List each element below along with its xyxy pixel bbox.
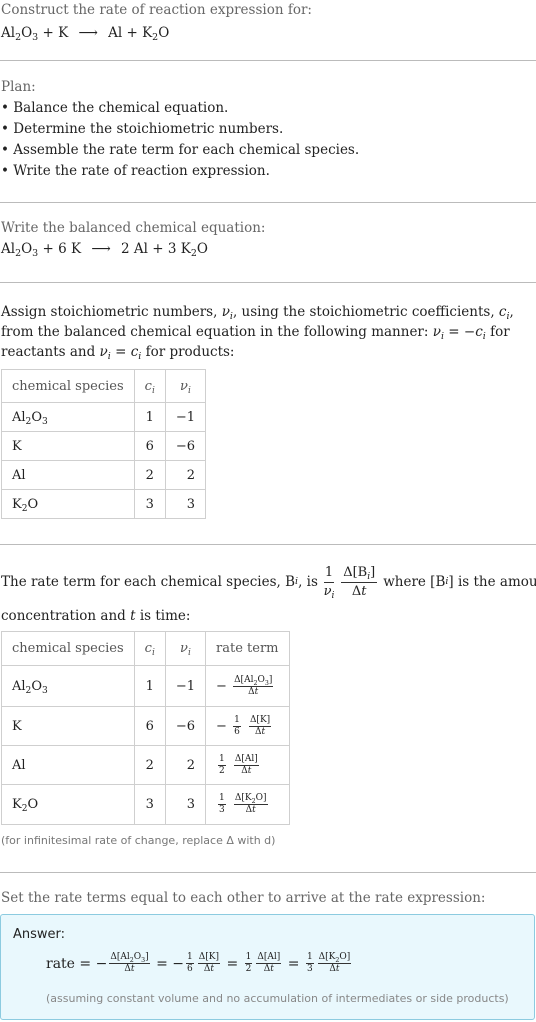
header-species: chemical species <box>1 369 135 403</box>
vi-cell: −1 <box>164 402 207 432</box>
species-cell: Al2O3 <box>1 402 135 432</box>
plan-step: • Write the rate of reaction expression. <box>1 163 270 179</box>
rateterm-table: chemical species ci νi rate term Al2O3 1… <box>1 631 290 825</box>
vi-cell: 2 <box>164 460 207 490</box>
table-row: Al2O3 1 −1 − Δ[Al2O3] Δt <box>1 665 290 707</box>
rate-term-cell: 13 Δ[K2O] Δt <box>205 784 290 825</box>
table-row: K2O 3 3 <box>1 489 207 519</box>
ci-cell: 3 <box>133 784 166 825</box>
rate-expression: rate = − Δ[Al2O3] Δt = − 16 Δ[K] Δt = 12 Δ… <box>46 952 352 974</box>
ci-cell: 2 <box>133 745 166 785</box>
plan-section: Plan: • Balance the chemical equation. •… <box>1 77 536 182</box>
balanced-label: Write the balanced chemical equation: <box>1 220 266 236</box>
ci-cell: 2 <box>133 460 166 490</box>
plan-step: • Determine the stoichiometric numbers. <box>1 121 284 137</box>
divider <box>0 282 536 283</box>
header-rate-term: rate term <box>205 631 290 666</box>
table-row: Al 2 2 <box>1 460 207 490</box>
vi-cell: −6 <box>164 706 207 746</box>
intro-label: Construct the rate of reaction expressio… <box>1 2 312 18</box>
species-cell: K2O <box>1 489 135 519</box>
vi-cell: −1 <box>164 665 207 707</box>
table-row: Al 2 2 12 Δ[Al] Δt <box>1 745 290 785</box>
balanced-section: Write the balanced chemical equation: Al… <box>1 218 536 260</box>
stoich-description: Assign stoichiometric numbers, νi, using… <box>1 304 514 362</box>
ci-cell: 1 <box>133 665 166 707</box>
final-label: Set the rate terms equal to each other t… <box>1 890 486 906</box>
species-cell: Al2O3 <box>1 665 135 707</box>
rate-term-cell: − 16 Δ[K] Δt <box>205 706 290 746</box>
ci-cell: 1 <box>133 402 166 432</box>
species-cell: Al <box>1 745 135 785</box>
vi-cell: −6 <box>164 431 207 461</box>
table-row: Al2O3 1 −1 <box>1 402 207 432</box>
divider <box>0 60 536 61</box>
unbalanced-equation: Al2O3 + K ⟶ Al + K2O <box>1 25 170 43</box>
stoich-section: Assign stoichiometric numbers, νi, using… <box>1 302 526 362</box>
ci-cell: 3 <box>133 489 166 519</box>
plan-label: Plan: <box>1 79 36 95</box>
rate-term-cell: − Δ[Al2O3] Δt <box>205 665 290 707</box>
vi-cell: 2 <box>164 745 207 785</box>
header-species: chemical species <box>1 631 135 666</box>
intro-section: Construct the rate of reaction expressio… <box>1 0 536 44</box>
divider <box>0 872 536 873</box>
infinitesimal-note: (for infinitesimal rate of change, repla… <box>1 834 276 847</box>
ci-cell: 6 <box>133 706 166 746</box>
divider <box>0 202 536 203</box>
rate-term-cell: 12 Δ[Al] Δt <box>205 745 290 785</box>
balanced-equation: Al2O3 + 6 K ⟶ 2 Al + 3 K2O <box>1 241 208 259</box>
table-row: K2O 3 3 13 Δ[K2O] Δt <box>1 784 290 825</box>
species-cell: K <box>1 431 135 461</box>
answer-note: (assuming constant volume and no accumul… <box>46 992 509 1005</box>
answer-box: Answer: rate = − Δ[Al2O3] Δt = − 16 Δ[K] Δ… <box>0 914 535 1020</box>
divider <box>0 544 536 545</box>
stoich-table: chemical species ci νi Al2O3 1 −1 K 6 −6… <box>1 369 207 519</box>
species-cell: K2O <box>1 784 135 825</box>
plan-step: • Balance the chemical equation. <box>1 100 229 116</box>
table-header-row: chemical species ci νi <box>1 369 207 403</box>
table-header-row: chemical species ci νi rate term <box>1 631 290 666</box>
header-ci: ci <box>133 369 166 403</box>
vi-cell: 3 <box>164 489 207 519</box>
rateterm-description-1: The rate term for each chemical species,… <box>1 564 536 601</box>
rateterm-description-2: concentration and t is time: <box>1 608 191 624</box>
header-vi: νi <box>164 369 207 403</box>
plan-step: • Assemble the rate term for each chemic… <box>1 142 360 158</box>
table-row: K 6 −6 − 16 Δ[K] Δt <box>1 706 290 746</box>
header-ci: ci <box>133 631 166 666</box>
rateterm-section: The rate term for each chemical species,… <box>1 560 536 627</box>
species-cell: K <box>1 706 135 746</box>
table-row: K 6 −6 <box>1 431 207 461</box>
species-cell: Al <box>1 460 135 490</box>
vi-cell: 3 <box>164 784 207 825</box>
answer-label: Answer: <box>13 927 66 942</box>
ci-cell: 6 <box>133 431 166 461</box>
header-vi: νi <box>164 631 207 666</box>
